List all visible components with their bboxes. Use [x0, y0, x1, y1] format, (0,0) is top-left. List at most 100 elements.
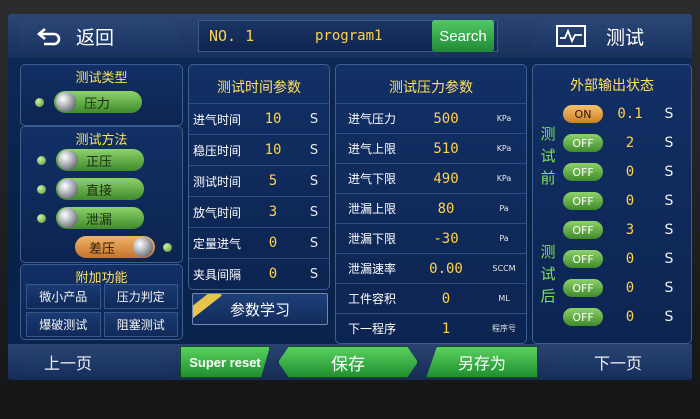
method-option-direct[interactable]: 直接	[37, 178, 144, 200]
output-status-title: 外部输出状态	[570, 78, 654, 94]
param-value[interactable]: 0	[247, 266, 299, 282]
param-unit: S	[309, 142, 319, 158]
param-name: 进气时间	[193, 112, 242, 127]
param-value[interactable]: 500	[408, 111, 484, 127]
param-unit: SCCM	[492, 264, 516, 273]
param-name: 进气压力	[348, 112, 397, 126]
output-time[interactable]: 0	[603, 251, 657, 267]
output-toggle[interactable]: OFF	[563, 163, 603, 181]
param-value[interactable]: 510	[408, 141, 484, 157]
test-label: 测试	[606, 26, 645, 49]
method-label: 泄漏	[86, 212, 113, 228]
badge-ribbon	[193, 294, 222, 321]
pressure-judge-button[interactable]: 压力判定	[103, 284, 178, 309]
param-value[interactable]: -30	[408, 231, 484, 247]
output-time[interactable]: 0	[603, 309, 657, 325]
param-value[interactable]: 0	[247, 235, 299, 251]
radio-indicator	[37, 155, 46, 165]
param-learn-button[interactable]: 参数学习	[192, 293, 328, 325]
after-test-label: 测试后	[540, 243, 556, 305]
radio-indicator	[37, 184, 46, 194]
return-arrow-icon	[36, 28, 61, 46]
save-as-button[interactable]: 另存为	[426, 346, 538, 378]
output-row: OFF 0 S	[563, 246, 689, 272]
micro-product-button[interactable]: 微小产品	[26, 284, 101, 309]
output-unit: S	[664, 135, 674, 151]
param-value[interactable]: 10	[247, 111, 299, 127]
hmi-screen: 返回 NO. 1 program1 Search 测试 测试类型 压力 测试方法	[8, 14, 692, 380]
param-value[interactable]: 0.00	[408, 261, 484, 277]
param-name: 下一程序	[348, 322, 397, 336]
time-params-table: 进气时间 10 S 稳压时间 10 S 测试时间 5 S 放气时间 3 S 定量…	[189, 103, 329, 289]
output-time[interactable]: 2	[603, 135, 657, 151]
diff-pressure-option[interactable]: 差压	[75, 236, 172, 258]
output-toggle[interactable]: OFF	[563, 308, 603, 326]
output-time[interactable]: 3	[603, 222, 657, 238]
param-name: 工件容积	[348, 292, 397, 306]
method-option-positive[interactable]: 正压	[37, 149, 144, 171]
pressure-toggle[interactable]: 压力	[54, 91, 142, 113]
output-time[interactable]: 0	[603, 193, 657, 209]
output-time[interactable]: 0.1	[603, 106, 657, 122]
before-test-label: 测试前	[540, 125, 556, 187]
toggle-knob-icon	[58, 208, 78, 228]
next-page-button[interactable]: 下一页	[542, 347, 692, 377]
param-unit: Pa	[499, 204, 509, 213]
search-button[interactable]: Search	[432, 20, 494, 52]
toggle-knob-icon	[133, 237, 153, 257]
output-unit: S	[664, 222, 674, 238]
param-name: 泄漏下限	[348, 232, 397, 246]
param-value[interactable]: 5	[247, 173, 299, 189]
param-value[interactable]: 490	[408, 171, 484, 187]
param-unit: S	[309, 266, 319, 282]
pressure-params-panel: 测试压力参数 进气压力 500 KPa 进气上限 510 KPa 进气下限 49…	[335, 64, 527, 344]
back-button[interactable]: 返回	[20, 19, 185, 53]
output-toggle[interactable]: OFF	[563, 192, 603, 210]
output-time[interactable]: 0	[603, 280, 657, 296]
positive-pressure-toggle[interactable]: 正压	[56, 149, 144, 171]
param-unit: S	[309, 235, 319, 251]
diff-pressure-toggle[interactable]: 差压	[75, 236, 155, 258]
param-value[interactable]: 0	[408, 291, 484, 307]
leak-toggle[interactable]: 泄漏	[56, 207, 144, 229]
save-button[interactable]: 保存	[278, 346, 418, 378]
super-reset-button[interactable]: Super reset	[180, 346, 270, 378]
param-unit: KPa	[496, 114, 512, 123]
param-name: 进气上限	[348, 142, 397, 156]
function-grid: 微小产品 压力判定 爆破测试 阻塞测试	[26, 284, 178, 337]
output-row: OFF 0 S	[563, 275, 689, 301]
prev-page-button[interactable]: 上一页	[20, 347, 170, 377]
output-toggle[interactable]: ON	[563, 105, 603, 123]
table-row: 进气时间 10 S	[189, 103, 329, 134]
param-value[interactable]: 1	[408, 321, 484, 337]
output-toggle[interactable]: OFF	[563, 250, 603, 268]
direct-toggle[interactable]: 直接	[56, 178, 144, 200]
output-toggle[interactable]: OFF	[563, 134, 603, 152]
test-type-option[interactable]: 压力	[35, 91, 142, 113]
output-toggle[interactable]: OFF	[563, 279, 603, 297]
param-name: 测试时间	[193, 174, 242, 189]
output-unit: S	[664, 106, 674, 122]
param-unit: KPa	[496, 144, 512, 153]
method-option-leak[interactable]: 泄漏	[37, 207, 144, 229]
param-unit: 程序号	[492, 324, 516, 333]
param-value[interactable]: 80	[408, 201, 484, 217]
block-test-button[interactable]: 阻塞测试	[103, 312, 178, 337]
table-row: 工件容积 0 ML	[336, 283, 526, 313]
table-row: 定量进气 0 S	[189, 227, 329, 258]
table-row: 泄漏下限 -30 Pa	[336, 223, 526, 253]
output-status-panel: 外部输出状态 测试前 测试后 ON 0.1 S OFF 2 S OFF 0 S …	[532, 64, 692, 344]
output-row: OFF 0 S	[563, 188, 689, 214]
output-unit: S	[664, 193, 674, 209]
param-unit: ML	[498, 294, 510, 303]
output-unit: S	[664, 309, 674, 325]
param-value[interactable]: 10	[247, 142, 299, 158]
output-time[interactable]: 0	[603, 164, 657, 180]
burst-test-button[interactable]: 爆破测试	[26, 312, 101, 337]
output-toggle[interactable]: OFF	[563, 221, 603, 239]
waveform-monitor-icon	[556, 25, 586, 47]
test-button[interactable]: 测试	[528, 19, 692, 53]
param-value[interactable]: 3	[247, 204, 299, 220]
table-row: 进气下限 490 KPa	[336, 163, 526, 193]
program-name[interactable]: program1	[315, 28, 382, 44]
